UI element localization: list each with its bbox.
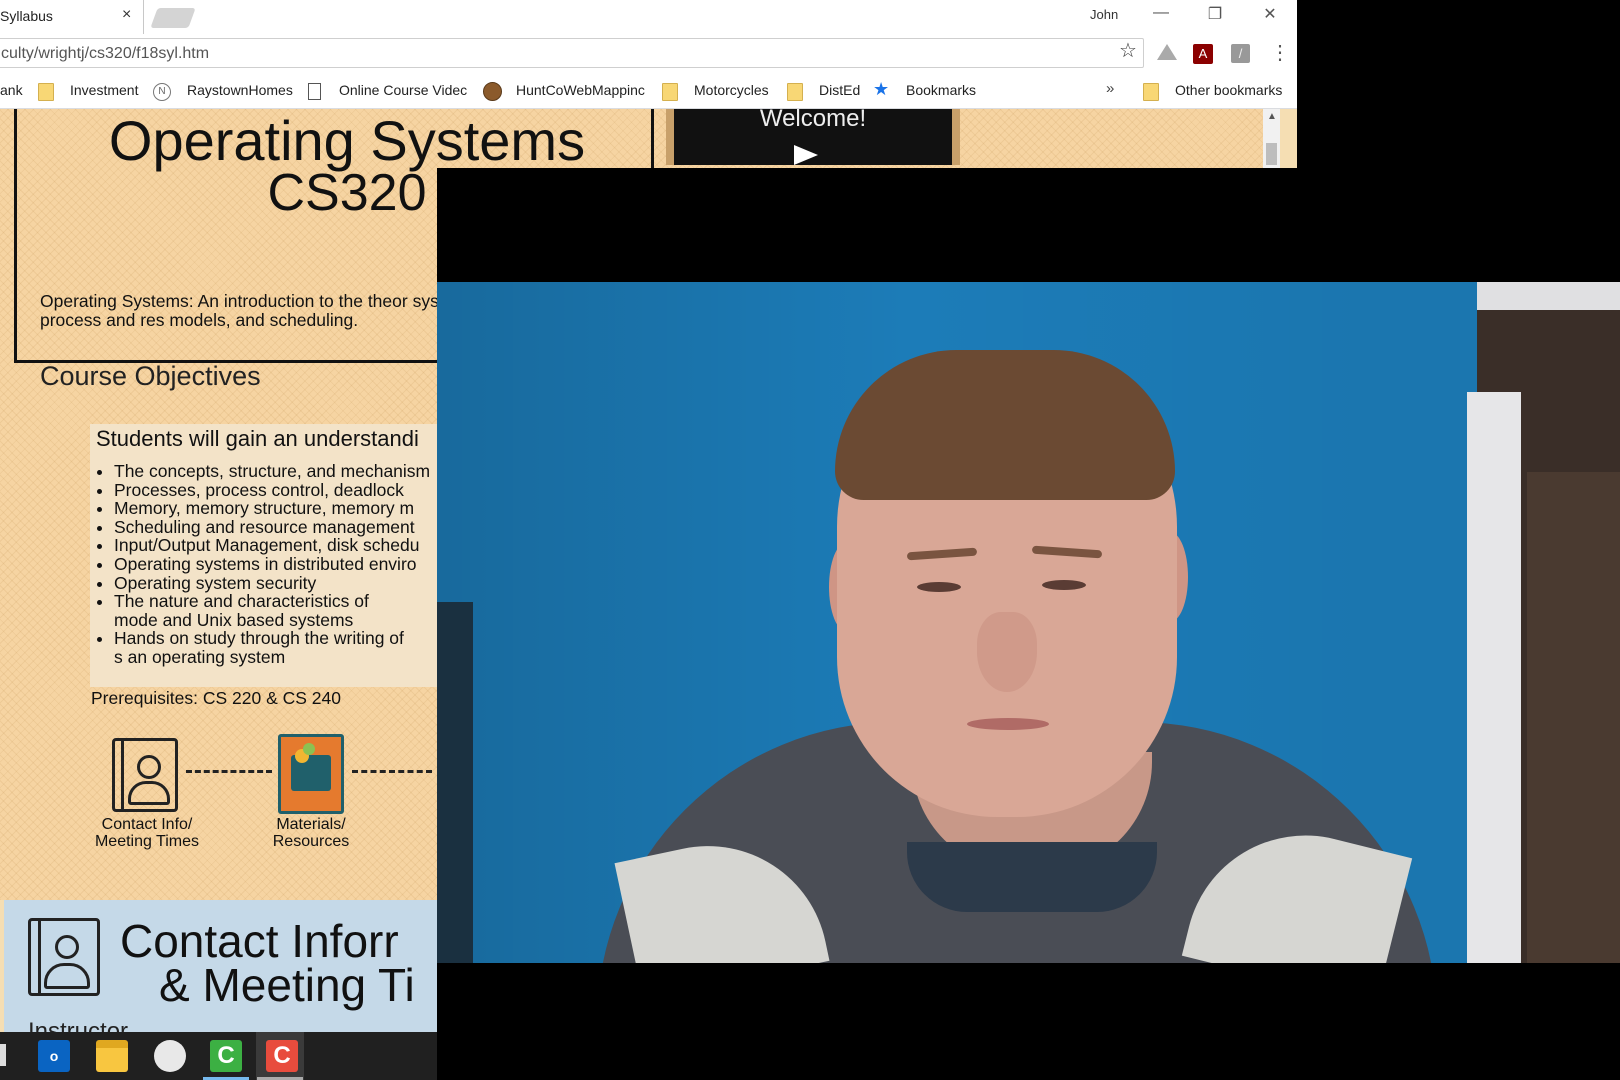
site-favicon-icon: N [153, 83, 171, 101]
bookmark-motorcycles[interactable]: Motorcycles [694, 82, 769, 98]
new-tab-button[interactable] [150, 8, 196, 28]
folder-icon [787, 83, 803, 101]
bookmark-bookmarks[interactable]: Bookmarks [906, 82, 976, 98]
dashed-connector [186, 770, 272, 773]
extension-icon[interactable]: / [1231, 44, 1250, 63]
star-icon: ★ [873, 79, 890, 99]
close-tab-icon[interactable]: × [122, 6, 131, 24]
bookmark-raystownhomes[interactable]: RaystownHomes [187, 82, 293, 98]
person-head-shape [55, 935, 79, 959]
presenter [437, 282, 1620, 963]
dashed-connector [352, 770, 432, 773]
prerequisites: Prerequisites: CS 220 & CS 240 [91, 688, 341, 708]
contact-title-line2: & Meeting Ti [159, 959, 415, 1011]
nav-contact-label[interactable]: Contact Info/ Meeting Times [88, 816, 206, 850]
person-body-shape [128, 781, 170, 805]
minimize-button[interactable]: — [1136, 4, 1186, 28]
url-field[interactable]: culty/wrightj/cs320/f18syl.htm [0, 38, 1144, 68]
person-body-shape [44, 963, 90, 989]
contact-book-icon[interactable] [112, 738, 178, 812]
folder-icon [662, 83, 678, 101]
course-title: Operating Systems [108, 109, 586, 172]
paint-icon[interactable] [154, 1040, 186, 1072]
url-text: culty/wrightj/cs320/f18syl.htm [1, 45, 210, 62]
taskbar: o C C [0, 1032, 437, 1080]
bookmark-ank[interactable]: ank [0, 82, 23, 98]
camtasia-recorder-icon[interactable]: C [210, 1040, 242, 1072]
objectives-subheading: Students will gain an understandi [96, 426, 419, 451]
cover-dot [303, 743, 315, 755]
shirt-collar [907, 842, 1157, 912]
outlook-icon[interactable]: o [38, 1040, 70, 1072]
presenter-hair [835, 350, 1175, 500]
taskbar-app-icon[interactable] [0, 1044, 6, 1066]
file-explorer-icon[interactable] [96, 1040, 128, 1072]
bookmark-other-bookmarks[interactable]: Other bookmarks [1175, 82, 1282, 98]
page-scrollbar[interactable]: ▲ [1263, 109, 1280, 169]
bookmark-huntcowebmapping[interactable]: HuntCoWebMappinc [516, 82, 645, 98]
bookmarks-bar: ank Investment N RaystownHomes Online Co… [0, 74, 1297, 109]
welcome-video[interactable]: Welcome! [666, 109, 960, 165]
scroll-up-icon[interactable]: ▲ [1267, 111, 1277, 122]
tab-title: Syllabus [0, 8, 53, 24]
contact-book-icon [28, 918, 100, 996]
restore-button[interactable]: ❐ [1190, 4, 1240, 28]
tab-strip: Syllabus × John — ❐ ✕ [0, 0, 1297, 35]
objectives-heading: Course Objectives [40, 361, 261, 391]
webcam-overlay [437, 168, 1620, 1080]
page-icon [308, 83, 321, 100]
webcam-feed [437, 282, 1620, 963]
folder-icon [1143, 83, 1159, 101]
nav-materials-label[interactable]: Materials/ Resources [252, 816, 370, 850]
drive-extension-icon[interactable] [1157, 44, 1177, 60]
presenter-mouth [967, 718, 1049, 730]
camtasia-studio-icon[interactable]: C [266, 1040, 298, 1072]
bookmark-disted[interactable]: DistEd [819, 82, 860, 98]
folder-icon [38, 83, 54, 101]
close-window-button[interactable]: ✕ [1245, 4, 1295, 28]
tab-syllabus[interactable]: Syllabus × [0, 0, 144, 34]
seal-favicon-icon [483, 82, 502, 101]
play-icon[interactable] [794, 145, 818, 165]
bookmark-star-icon[interactable]: ☆ [1119, 38, 1137, 63]
list-item: Hands on study through the writing of s … [114, 629, 414, 666]
scroll-thumb[interactable] [1266, 143, 1277, 165]
book-spine [121, 741, 124, 809]
address-bar: culty/wrightj/cs320/f18syl.htm ☆ A / ⋮ [0, 34, 1297, 74]
presenter-nose [977, 612, 1037, 692]
bookmark-investment[interactable]: Investment [70, 82, 138, 98]
list-item: The nature and characteristics of mode a… [114, 592, 414, 629]
materials-book-icon[interactable] [278, 734, 344, 814]
browser-menu-icon[interactable]: ⋮ [1270, 40, 1290, 65]
book-spine [38, 921, 41, 993]
profile-name[interactable]: John [1090, 7, 1118, 22]
presenter-eye [1042, 580, 1086, 590]
welcome-label: Welcome! [759, 109, 867, 132]
pdf-extension-icon[interactable]: A [1193, 44, 1213, 64]
bookmark-online-course-video[interactable]: Online Course Videc [339, 82, 467, 98]
presenter-eye [917, 582, 961, 592]
person-head-shape [137, 755, 161, 779]
more-bookmarks-chevron-icon[interactable]: » [1106, 80, 1114, 97]
